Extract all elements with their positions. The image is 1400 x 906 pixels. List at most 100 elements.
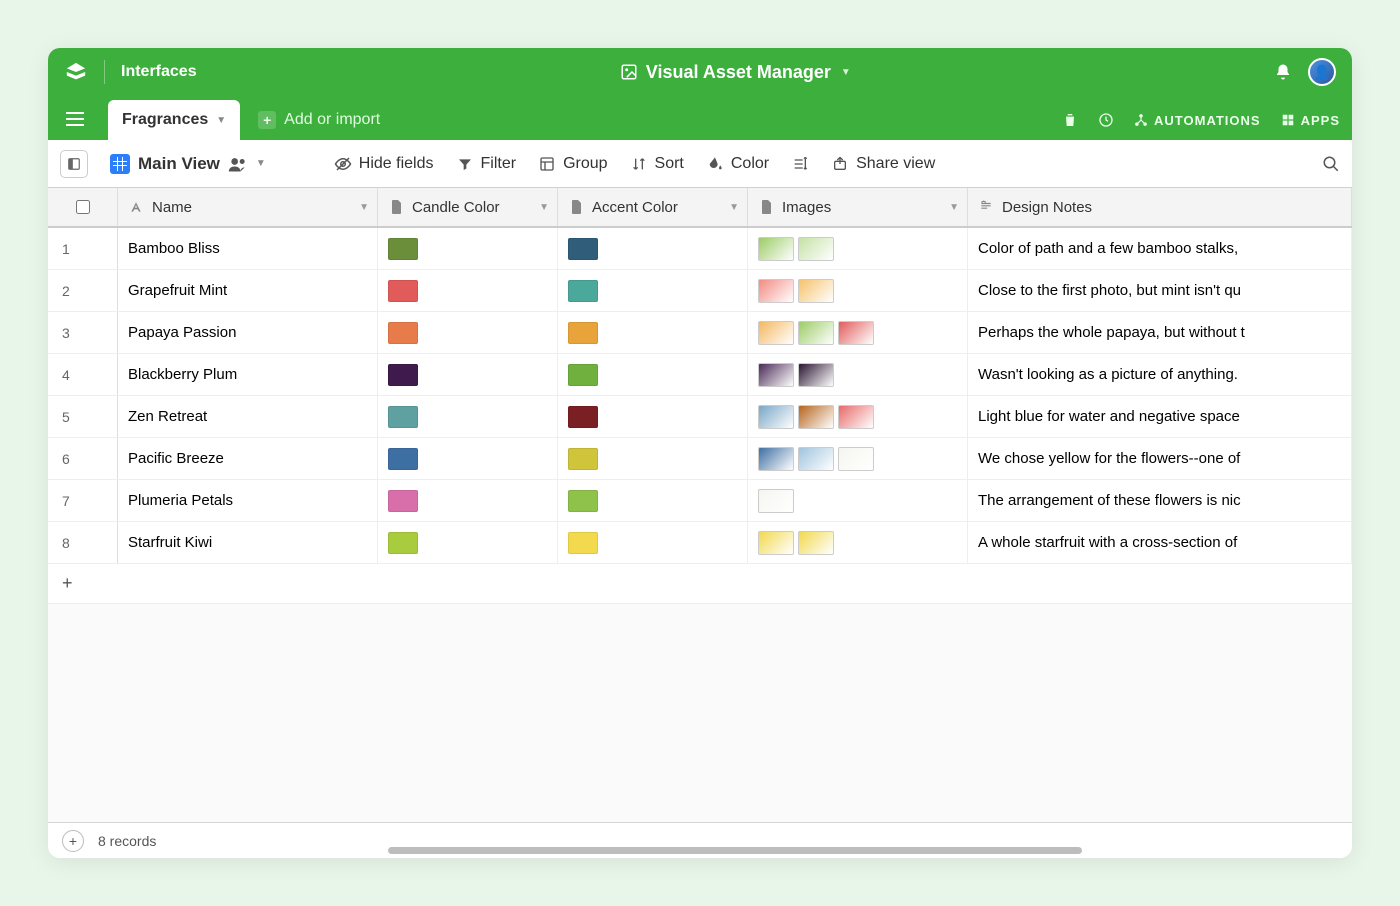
image-thumbnail[interactable] [798,363,834,387]
image-thumbnail[interactable] [758,237,794,261]
image-thumbnail[interactable] [758,531,794,555]
image-thumbnail[interactable] [838,405,874,429]
image-thumbnail[interactable] [838,447,874,471]
horizontal-scrollbar[interactable] [388,847,1082,854]
chevron-down-icon[interactable]: ▼ [539,202,549,213]
cell-candle-color[interactable] [378,312,558,353]
image-thumbnail[interactable] [758,489,794,513]
table-row[interactable]: 8Starfruit KiwiA whole starfruit with a … [48,522,1352,564]
cell-name[interactable]: Papaya Passion [118,312,378,353]
image-thumbnail[interactable] [798,279,834,303]
share-view-button[interactable]: Share view [831,155,935,173]
cell-name[interactable]: Pacific Breeze [118,438,378,479]
cell-accent-color[interactable] [558,228,748,269]
column-header-accent-color[interactable]: Accent Color ▼ [558,188,748,226]
cell-accent-color[interactable] [558,354,748,395]
group-button[interactable]: Group [538,155,607,173]
column-header-images[interactable]: Images ▼ [748,188,968,226]
table-row[interactable]: 7Plumeria PetalsThe arrangement of these… [48,480,1352,522]
chevron-down-icon[interactable]: ▼ [216,115,226,126]
image-thumbnail[interactable] [798,321,834,345]
app-logo-icon[interactable] [64,60,88,84]
cell-name[interactable]: Grapefruit Mint [118,270,378,311]
image-thumbnail[interactable] [758,321,794,345]
cell-design-notes[interactable]: We chose yellow for the flowers--one of [968,438,1352,479]
row-height-button[interactable] [791,155,809,173]
chevron-down-icon[interactable]: ▼ [949,202,959,213]
cell-candle-color[interactable] [378,480,558,521]
table-row[interactable]: 1Bamboo BlissColor of path and a few bam… [48,228,1352,270]
cell-name[interactable]: Starfruit Kiwi [118,522,378,563]
cell-design-notes[interactable]: Close to the first photo, but mint isn't… [968,270,1352,311]
chevron-down-icon[interactable]: ▼ [729,202,739,213]
image-thumbnail[interactable] [798,237,834,261]
table-row[interactable]: 4Blackberry PlumWasn't looking as a pict… [48,354,1352,396]
column-header-name[interactable]: Name ▼ [118,188,378,226]
image-thumbnail[interactable] [798,447,834,471]
cell-accent-color[interactable] [558,270,748,311]
collapse-sidebar-button[interactable] [60,150,88,178]
table-row[interactable]: 5Zen RetreatLight blue for water and neg… [48,396,1352,438]
image-thumbnail[interactable] [758,447,794,471]
table-row[interactable]: 6Pacific BreezeWe chose yellow for the f… [48,438,1352,480]
cell-name[interactable]: Bamboo Bliss [118,228,378,269]
menu-icon[interactable] [60,104,90,134]
apps-button[interactable]: APPS [1281,113,1340,128]
filter-button[interactable]: Filter [456,155,517,173]
cell-candle-color[interactable] [378,522,558,563]
cell-name[interactable]: Plumeria Petals [118,480,378,521]
tab-fragrances[interactable]: Fragrances ▼ [108,100,240,140]
image-thumbnail[interactable] [758,279,794,303]
chevron-down-icon[interactable]: ▼ [359,202,369,213]
cell-design-notes[interactable]: Light blue for water and negative space [968,396,1352,437]
cell-images[interactable] [748,228,968,269]
cell-candle-color[interactable] [378,438,558,479]
cell-images[interactable] [748,522,968,563]
cell-images[interactable] [748,438,968,479]
cell-candle-color[interactable] [378,396,558,437]
cell-accent-color[interactable] [558,522,748,563]
cell-accent-color[interactable] [558,480,748,521]
cell-candle-color[interactable] [378,228,558,269]
cell-design-notes[interactable]: A whole starfruit with a cross-section o… [968,522,1352,563]
automations-button[interactable]: AUTOMATIONS [1134,113,1261,128]
cell-name[interactable]: Zen Retreat [118,396,378,437]
cell-images[interactable] [748,396,968,437]
table-row[interactable]: 2Grapefruit MintClose to the first photo… [48,270,1352,312]
search-button[interactable] [1322,155,1340,173]
column-header-design-notes[interactable]: Design Notes [968,188,1352,226]
cell-candle-color[interactable] [378,270,558,311]
select-all-column[interactable] [48,188,118,226]
cell-candle-color[interactable] [378,354,558,395]
image-thumbnail[interactable] [798,531,834,555]
color-button[interactable]: Color [706,155,769,173]
avatar[interactable]: 👤 [1308,58,1336,86]
cell-name[interactable]: Blackberry Plum [118,354,378,395]
add-or-import-button[interactable]: + Add or import [258,100,380,140]
cell-design-notes[interactable]: Perhaps the whole papaya, but without t [968,312,1352,353]
select-all-checkbox[interactable] [76,200,90,214]
image-thumbnail[interactable] [838,321,874,345]
image-thumbnail[interactable] [798,405,834,429]
interfaces-link[interactable]: Interfaces [121,63,197,81]
hide-fields-button[interactable]: Hide fields [334,155,434,173]
table-row[interactable]: 3Papaya PassionPerhaps the whole papaya,… [48,312,1352,354]
cell-images[interactable] [748,354,968,395]
cell-design-notes[interactable]: The arrangement of these flowers is nic [968,480,1352,521]
image-thumbnail[interactable] [758,405,794,429]
add-row-button[interactable]: + [48,564,1352,604]
view-switcher[interactable]: Main View ▼ [110,154,266,174]
bell-icon[interactable] [1274,63,1292,81]
cell-design-notes[interactable]: Color of path and a few bamboo stalks, [968,228,1352,269]
cell-accent-color[interactable] [558,396,748,437]
column-header-candle-color[interactable]: Candle Color ▼ [378,188,558,226]
image-thumbnail[interactable] [758,363,794,387]
base-title[interactable]: Visual Asset Manager ▼ [197,62,1274,83]
history-icon[interactable] [1098,112,1114,128]
cell-images[interactable] [748,270,968,311]
add-record-button[interactable]: + [62,830,84,852]
cell-accent-color[interactable] [558,438,748,479]
cell-accent-color[interactable] [558,312,748,353]
cell-images[interactable] [748,312,968,353]
cell-images[interactable] [748,480,968,521]
